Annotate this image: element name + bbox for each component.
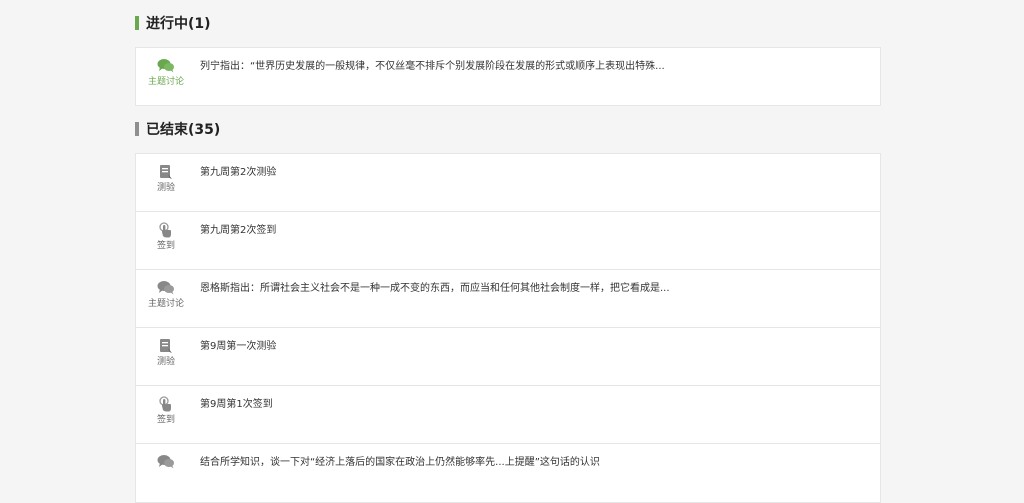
list-item[interactable]: 签到 第9周第1次签到 — [136, 386, 880, 444]
section-ongoing-label: 进行中(1) — [146, 16, 211, 32]
activity-title[interactable]: 第九周第2次测验 — [200, 166, 860, 180]
section-ended-title: 已结束(35) — [135, 119, 220, 139]
list-item[interactable]: 测验 第9周第一次测验 — [136, 328, 880, 386]
section-ended-label: 已结束(35) — [146, 122, 221, 138]
activity-type-label: 测验 — [156, 357, 175, 367]
section-ongoing-title: 进行中(1) — [135, 13, 211, 33]
activity-title[interactable]: 第九周第2次签到 — [200, 224, 860, 238]
chat-bubbles-icon — [136, 454, 196, 470]
section-marker — [135, 122, 139, 136]
activity-type-label: 签到 — [156, 415, 175, 425]
ongoing-list: 主题讨论 列宁指出：“世界历史发展的一般规律，不仅丝毫不排斥个别发展阶段在发展的… — [135, 47, 881, 106]
activity-title[interactable]: 列宁指出：“世界历史发展的一般规律，不仅丝毫不排斥个别发展阶段在发展的形式或顺序… — [200, 60, 860, 74]
quiz-icon — [136, 164, 196, 180]
activity-title[interactable]: 第9周第一次测验 — [200, 340, 860, 354]
list-item[interactable]: 测验 第九周第2次测验 — [136, 154, 880, 212]
chat-bubbles-icon — [136, 280, 196, 296]
activity-title[interactable]: 结合所学知识，谈一下对“经济上落后的国家在政治上仍然能够率先...上提醒”这句话… — [200, 456, 860, 470]
activity-type-label: 主题讨论 — [147, 77, 184, 87]
section-marker — [135, 16, 139, 30]
ended-list: 测验 第九周第2次测验 签到 第九周第2次签到 主题讨论 恩格斯指出：所谓社会主… — [135, 153, 881, 503]
activity-title[interactable]: 恩格斯指出：所谓社会主义社会不是一种一成不变的东西，而应当和任何其他社会制度一样… — [200, 282, 860, 296]
chat-bubbles-icon — [136, 58, 196, 74]
list-item[interactable]: 结合所学知识，谈一下对“经济上落后的国家在政治上仍然能够率先...上提醒”这句话… — [136, 444, 880, 502]
list-item[interactable]: 主题讨论 列宁指出：“世界历史发展的一般规律，不仅丝毫不排斥个别发展阶段在发展的… — [136, 48, 880, 105]
sign-in-hand-icon — [136, 396, 196, 412]
quiz-icon — [136, 338, 196, 354]
list-item[interactable]: 签到 第九周第2次签到 — [136, 212, 880, 270]
activity-title[interactable]: 第9周第1次签到 — [200, 398, 860, 412]
activity-type-label: 测验 — [156, 183, 175, 193]
sign-in-hand-icon — [136, 222, 196, 238]
list-item[interactable]: 主题讨论 恩格斯指出：所谓社会主义社会不是一种一成不变的东西，而应当和任何其他社… — [136, 270, 880, 328]
activity-type-label: 主题讨论 — [147, 299, 184, 309]
activity-type-label: 签到 — [156, 241, 175, 251]
